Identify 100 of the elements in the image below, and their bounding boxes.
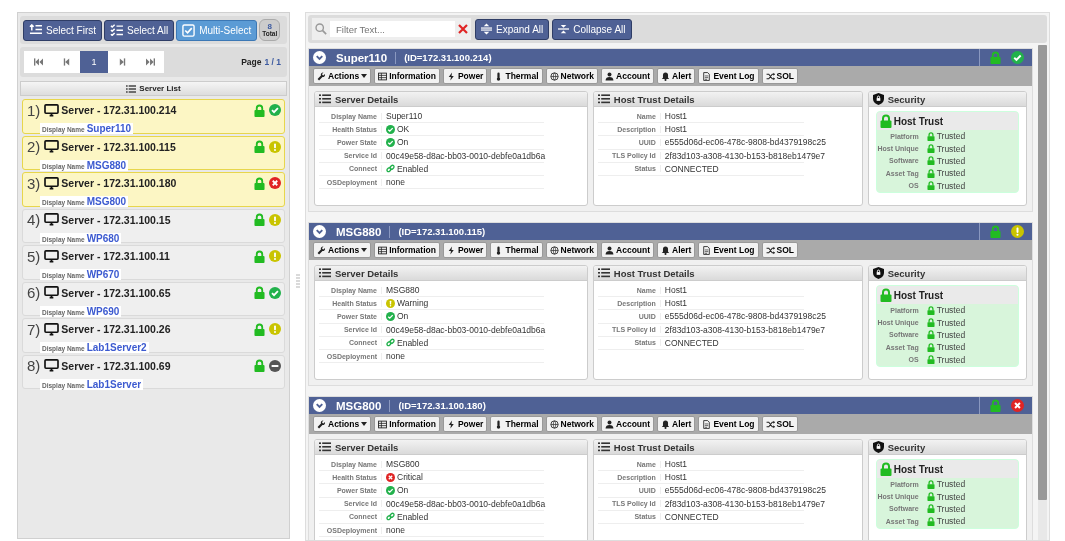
field-value: Trusted — [922, 479, 966, 490]
select-button[interactable]: Select All — [104, 19, 175, 41]
tool-button[interactable]: Account — [601, 242, 655, 258]
monitor-icon — [44, 103, 60, 117]
list-icon — [319, 94, 331, 104]
field-value: Critical — [382, 472, 423, 483]
actions-menu-button[interactable]: Actions — [313, 68, 372, 84]
field-value: Super110 — [385, 111, 423, 122]
last-page-button[interactable] — [136, 51, 164, 73]
user-icon — [605, 245, 615, 255]
page-number: 1 / 1 — [264, 57, 281, 67]
splitter-handle[interactable] — [296, 274, 300, 288]
previous-page-button[interactable] — [52, 51, 80, 73]
tool-button[interactable]: Thermal — [490, 416, 543, 432]
actions-menu-button[interactable]: Actions — [313, 242, 372, 258]
document-icon — [702, 419, 712, 429]
field-value: none — [385, 351, 405, 362]
tool-button[interactable]: SOL — [761, 242, 798, 258]
display-name: Lab1Server — [86, 378, 142, 390]
field-value: 00c49e58-d8ac-bb03-0010-debfe0a1db6a — [385, 498, 546, 509]
item-number: 8) — [27, 357, 41, 374]
display-name: WP680 — [86, 232, 120, 244]
filter-field[interactable]: Filter Text... — [311, 17, 472, 41]
tool-button[interactable]: Network — [545, 68, 599, 84]
next-page-button[interactable] — [108, 51, 136, 73]
field-value: Host1 — [663, 472, 688, 483]
tool-button[interactable]: Power — [442, 416, 488, 432]
server-id: (ID=172.31.100.180) — [398, 400, 486, 411]
tool-button[interactable]: Power — [442, 68, 488, 84]
tool-button[interactable]: Event Log — [698, 242, 759, 258]
field-value: 00c49e58-d8ac-bb03-0010-debfe0a1db6a — [385, 150, 546, 161]
server-name: MSG880 — [336, 225, 391, 238]
field-value: e555d06d-ec06-478c-9808-bd4379198c25 — [663, 137, 826, 148]
field-value: Host1 — [663, 459, 688, 470]
server-title: Server - 172.31.100.214 — [61, 104, 177, 116]
critical-status-icon — [386, 472, 395, 482]
list-icon — [319, 268, 331, 278]
tool-button[interactable]: Alert — [657, 68, 696, 84]
field-value: 2f83d103-a308-4130-b153-b818eb1479e7 — [663, 324, 826, 335]
field-value: Trusted — [922, 168, 966, 179]
tool-button[interactable]: Account — [601, 68, 655, 84]
field-value: none — [385, 525, 405, 536]
chevron-icon[interactable] — [313, 51, 326, 64]
wrench-icon — [317, 419, 326, 429]
tool-button[interactable]: Network — [545, 242, 599, 258]
tool-button[interactable]: SOL — [761, 416, 798, 432]
tool-button[interactable]: SOL — [761, 68, 798, 84]
ok-status-icon — [386, 137, 395, 147]
list-icon — [597, 94, 610, 104]
bell-icon — [661, 245, 671, 255]
field-value: On — [382, 485, 409, 496]
shuffle-icon — [765, 71, 775, 81]
host-trust-title: Host Trust — [893, 463, 944, 475]
card-title: Host Trust Details — [613, 441, 695, 453]
tool-button[interactable]: Information — [374, 416, 440, 432]
tool-button[interactable]: Network — [545, 416, 599, 432]
caret-icon — [361, 74, 368, 78]
shuffle-icon — [765, 245, 775, 255]
actions-menu-button[interactable]: Actions — [313, 416, 372, 432]
checklist-icon — [110, 24, 123, 36]
caret-icon — [361, 248, 368, 252]
tool-button[interactable]: Account — [601, 416, 655, 432]
field-value: CONNECTED — [663, 163, 719, 174]
user-icon — [605, 419, 615, 429]
tool-button[interactable]: Information — [374, 68, 440, 84]
card-title: Server Details — [335, 267, 399, 279]
monitor-icon — [44, 322, 60, 336]
monitor-icon — [44, 213, 60, 226]
globe-icon — [549, 245, 559, 255]
card-title: Server Details — [335, 441, 399, 453]
field-value: Trusted — [922, 503, 966, 514]
host-trust-title: Host Trust — [893, 115, 944, 127]
tool-button[interactable]: Thermal — [490, 242, 543, 258]
tool-button[interactable]: Alert — [657, 416, 696, 432]
chevron-icon[interactable] — [313, 225, 326, 238]
server-title: Server - 172.31.100.69 — [61, 359, 171, 372]
field-value: e555d06d-ec06-478c-9808-bd4379198c25 — [663, 485, 826, 496]
chevron-icon[interactable] — [313, 399, 326, 412]
tool-button[interactable]: Alert — [657, 242, 696, 258]
tool-button[interactable]: Power — [442, 242, 488, 258]
display-name: Super110 — [86, 123, 132, 134]
bell-icon — [661, 71, 671, 81]
page-button[interactable]: 1 — [80, 51, 108, 73]
tool-button[interactable]: Event Log — [698, 416, 759, 432]
field-value: Enabled — [382, 163, 429, 174]
tool-button[interactable]: Information — [374, 242, 440, 258]
list-title: Server List — [139, 84, 181, 93]
select-button[interactable]: Select First — [23, 19, 102, 41]
tool-button[interactable]: Thermal — [490, 68, 543, 84]
globe-icon — [549, 71, 559, 81]
tool-button[interactable]: Event Log — [698, 68, 759, 84]
globe-icon — [549, 419, 559, 429]
expand-all-button[interactable]: Expand All — [475, 18, 550, 40]
field-value: On — [382, 137, 409, 148]
card-title: Security — [887, 441, 926, 453]
caret-icon — [361, 422, 368, 426]
collapse-all-button[interactable]: Collapse All — [552, 18, 632, 40]
first-page-button[interactable] — [24, 51, 52, 73]
display-name: MSG880 — [86, 159, 127, 171]
clear-icon[interactable] — [458, 24, 468, 34]
